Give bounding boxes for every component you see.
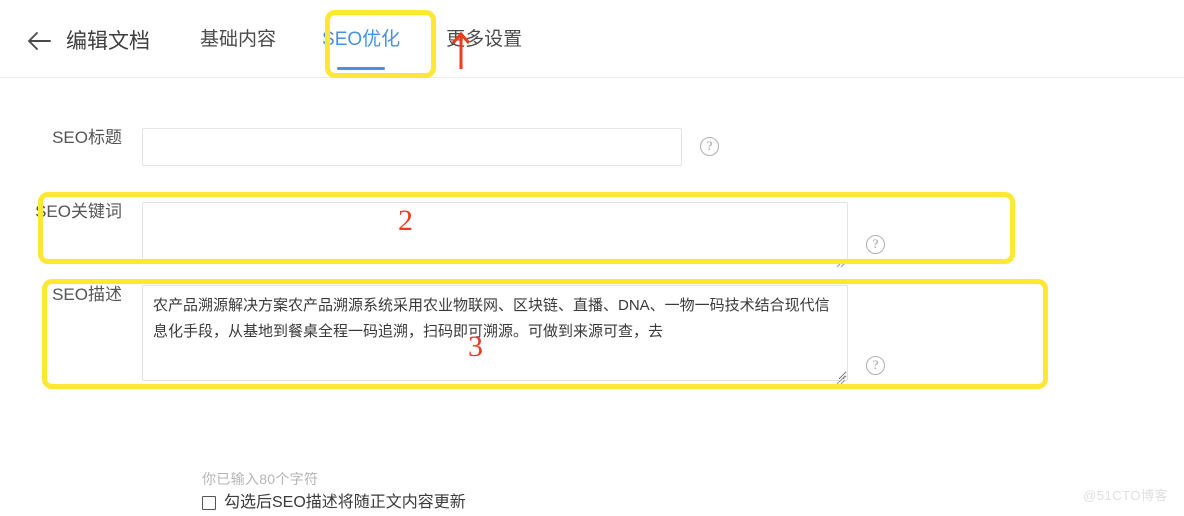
checkbox-icon[interactable]	[202, 496, 216, 510]
seo-description-help[interactable]: ?	[866, 356, 885, 375]
tab-bar: 基础内容 SEO优化 更多设置	[200, 0, 522, 78]
question-circle-icon[interactable]: ?	[866, 235, 885, 254]
seo-description-label: SEO描述	[52, 285, 122, 304]
tab-label: SEO优化	[322, 28, 401, 50]
seo-keywords-input[interactable]	[142, 202, 848, 264]
sync-description-checkbox-row[interactable]: 勾选后SEO描述将随正文内容更新	[202, 495, 466, 511]
seo-title-help[interactable]: ?	[700, 137, 719, 156]
tab-basic-content[interactable]: 基础内容	[200, 30, 276, 49]
sync-description-checkbox-label: 勾选后SEO描述将随正文内容更新	[224, 494, 466, 511]
seo-title-label: SEO标题	[52, 128, 122, 147]
back-button[interactable]: 编辑文档	[26, 30, 150, 52]
seo-keywords-help[interactable]: ?	[866, 235, 885, 254]
character-count: 你已输入80个字符	[202, 471, 319, 487]
tab-more-settings[interactable]: 更多设置	[446, 30, 522, 49]
page-title: 编辑文档	[66, 29, 150, 53]
field-row-seo-title: SEO标题 ?	[0, 128, 719, 166]
tab-label: 基础内容	[200, 28, 277, 50]
arrow-left-icon	[26, 30, 52, 52]
watermark: @51CTO博客	[1083, 488, 1168, 503]
field-row-seo-description: SEO描述 ?	[0, 285, 885, 386]
question-circle-icon[interactable]: ?	[700, 137, 719, 156]
seo-title-input[interactable]	[142, 128, 682, 166]
field-row-seo-keywords: SEO关键词 ?	[0, 202, 885, 269]
seo-description-input[interactable]	[142, 285, 848, 381]
seo-keywords-label: SEO关键词	[35, 202, 122, 221]
page-header: 编辑文档 基础内容 SEO优化 更多设置	[0, 0, 1184, 78]
question-circle-icon[interactable]: ?	[866, 356, 885, 375]
tab-label: 更多设置	[446, 28, 523, 50]
active-tab-indicator	[337, 66, 386, 70]
tab-seo-optimization[interactable]: SEO优化	[322, 28, 401, 70]
